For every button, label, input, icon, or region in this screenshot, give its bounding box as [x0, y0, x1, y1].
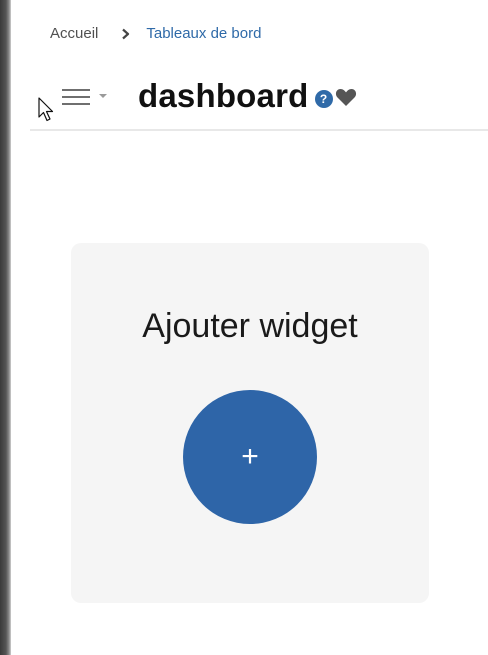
page-title: dashboard: [138, 77, 309, 114]
chevron-right-icon: [120, 27, 132, 40]
add-widget-button[interactable]: +: [183, 390, 317, 524]
help-icon[interactable]: ?: [314, 90, 333, 108]
breadcrumb-current-link[interactable]: Tableaux de bord: [146, 25, 261, 42]
add-widget-card: Ajouter widget +: [71, 243, 429, 603]
heart-icon[interactable]: [335, 87, 357, 112]
page-header: dashboard ?: [60, 74, 357, 118]
hamburger-menu-icon: [60, 86, 92, 106]
breadcrumb-home-link[interactable]: Accueil: [50, 25, 98, 42]
add-widget-title: Ajouter widget: [142, 307, 358, 345]
window-edge: [0, 0, 11, 655]
plus-icon: +: [241, 440, 259, 473]
mouse-cursor-icon: [38, 97, 56, 128]
header-divider: [30, 129, 488, 131]
menu-button[interactable]: [60, 86, 108, 106]
breadcrumb: Accueil Tableaux de bord: [50, 22, 261, 44]
caret-down-icon: [98, 92, 108, 100]
